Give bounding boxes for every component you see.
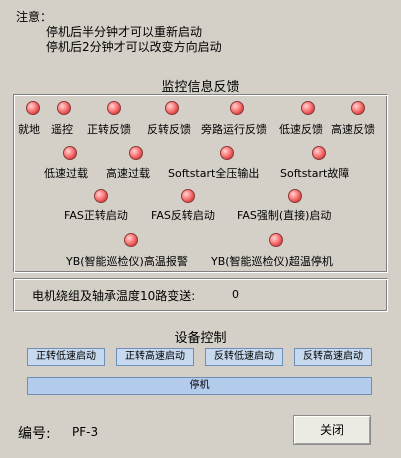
status-led-low-speed-feedback [301, 101, 315, 115]
monitor-panel: 就地 遥控 正转反馈 反转反馈 旁路运行反馈 低速反馈 高速反馈 低速过载 高速… [13, 94, 388, 273]
led-label-high-speed-feedback: 高速反馈 [331, 123, 375, 136]
temperature-value: 0 [232, 288, 239, 301]
status-led-yb-over-temp-stop [269, 233, 283, 247]
id-value: PF-3 [72, 425, 99, 439]
notice-title: 注意： [16, 10, 53, 24]
id-label: 编号: [18, 426, 51, 442]
status-led-forward-feedback [107, 101, 121, 115]
status-led-remote [57, 101, 71, 115]
status-led-local [26, 101, 40, 115]
status-led-high-speed-overload [129, 146, 143, 160]
status-led-softstart-fault [312, 146, 326, 160]
notice-line-1: 停机后半分钟才可以重新启动 [46, 25, 203, 39]
led-label-fas-forward-start: FAS正转启动 [64, 209, 128, 222]
status-led-fas-forward-start [94, 189, 108, 203]
reverse-low-speed-start-button[interactable]: 反转低速启动 [205, 348, 283, 366]
forward-low-speed-start-button[interactable]: 正转低速启动 [27, 348, 105, 366]
led-label-local: 就地 [18, 123, 40, 136]
control-title: 设备控制 [174, 331, 227, 346]
status-led-yb-high-temp-alarm [124, 233, 138, 247]
led-label-softstart-fault: Softstart故障 [280, 167, 350, 180]
led-label-bypass-feedback: 旁路运行反馈 [201, 123, 267, 136]
notice-line-2: 停机后2分钟才可以改变方向启动 [46, 40, 222, 54]
led-label-fas-reverse-start: FAS反转启动 [151, 209, 215, 222]
led-label-yb-over-temp-stop: YB(智能巡检仪)超温停机 [211, 255, 333, 268]
close-button[interactable]: 关闭 [293, 415, 371, 445]
status-led-high-speed-feedback [351, 101, 365, 115]
status-led-fas-reverse-start [181, 189, 195, 203]
status-led-softstart-full-output [220, 146, 234, 160]
temperature-label: 电机绕组及轴承温度10路变送: [32, 289, 196, 303]
led-label-high-speed-overload: 高速过载 [106, 167, 150, 180]
led-label-reverse-feedback: 反转反馈 [147, 123, 191, 136]
led-label-low-speed-overload: 低速过载 [44, 167, 88, 180]
status-led-fas-forced-start [288, 189, 302, 203]
status-led-bypass-feedback [230, 101, 244, 115]
led-label-remote: 遥控 [51, 123, 73, 136]
status-led-low-speed-overload [63, 146, 77, 160]
led-label-softstart-full-output: Softstart全压输出 [168, 167, 260, 180]
led-label-low-speed-feedback: 低速反馈 [279, 123, 323, 136]
forward-high-speed-start-button[interactable]: 正转高速启动 [116, 348, 194, 366]
monitor-title: 监控信息反馈 [161, 80, 240, 95]
stop-button[interactable]: 停机 [27, 377, 372, 395]
reverse-high-speed-start-button[interactable]: 反转高速启动 [294, 348, 372, 366]
led-label-forward-feedback: 正转反馈 [87, 123, 131, 136]
status-led-reverse-feedback [165, 101, 179, 115]
led-label-fas-forced-start: FAS强制(直接)启动 [237, 209, 332, 222]
notice: 注意： 停机后半分钟才可以重新启动 停机后2分钟才可以改变方向启动 [16, 10, 222, 55]
temperature-panel: 电机绕组及轴承温度10路变送: 0 [13, 278, 388, 312]
led-label-yb-high-temp-alarm: YB(智能巡检仪)高温报警 [66, 255, 188, 268]
